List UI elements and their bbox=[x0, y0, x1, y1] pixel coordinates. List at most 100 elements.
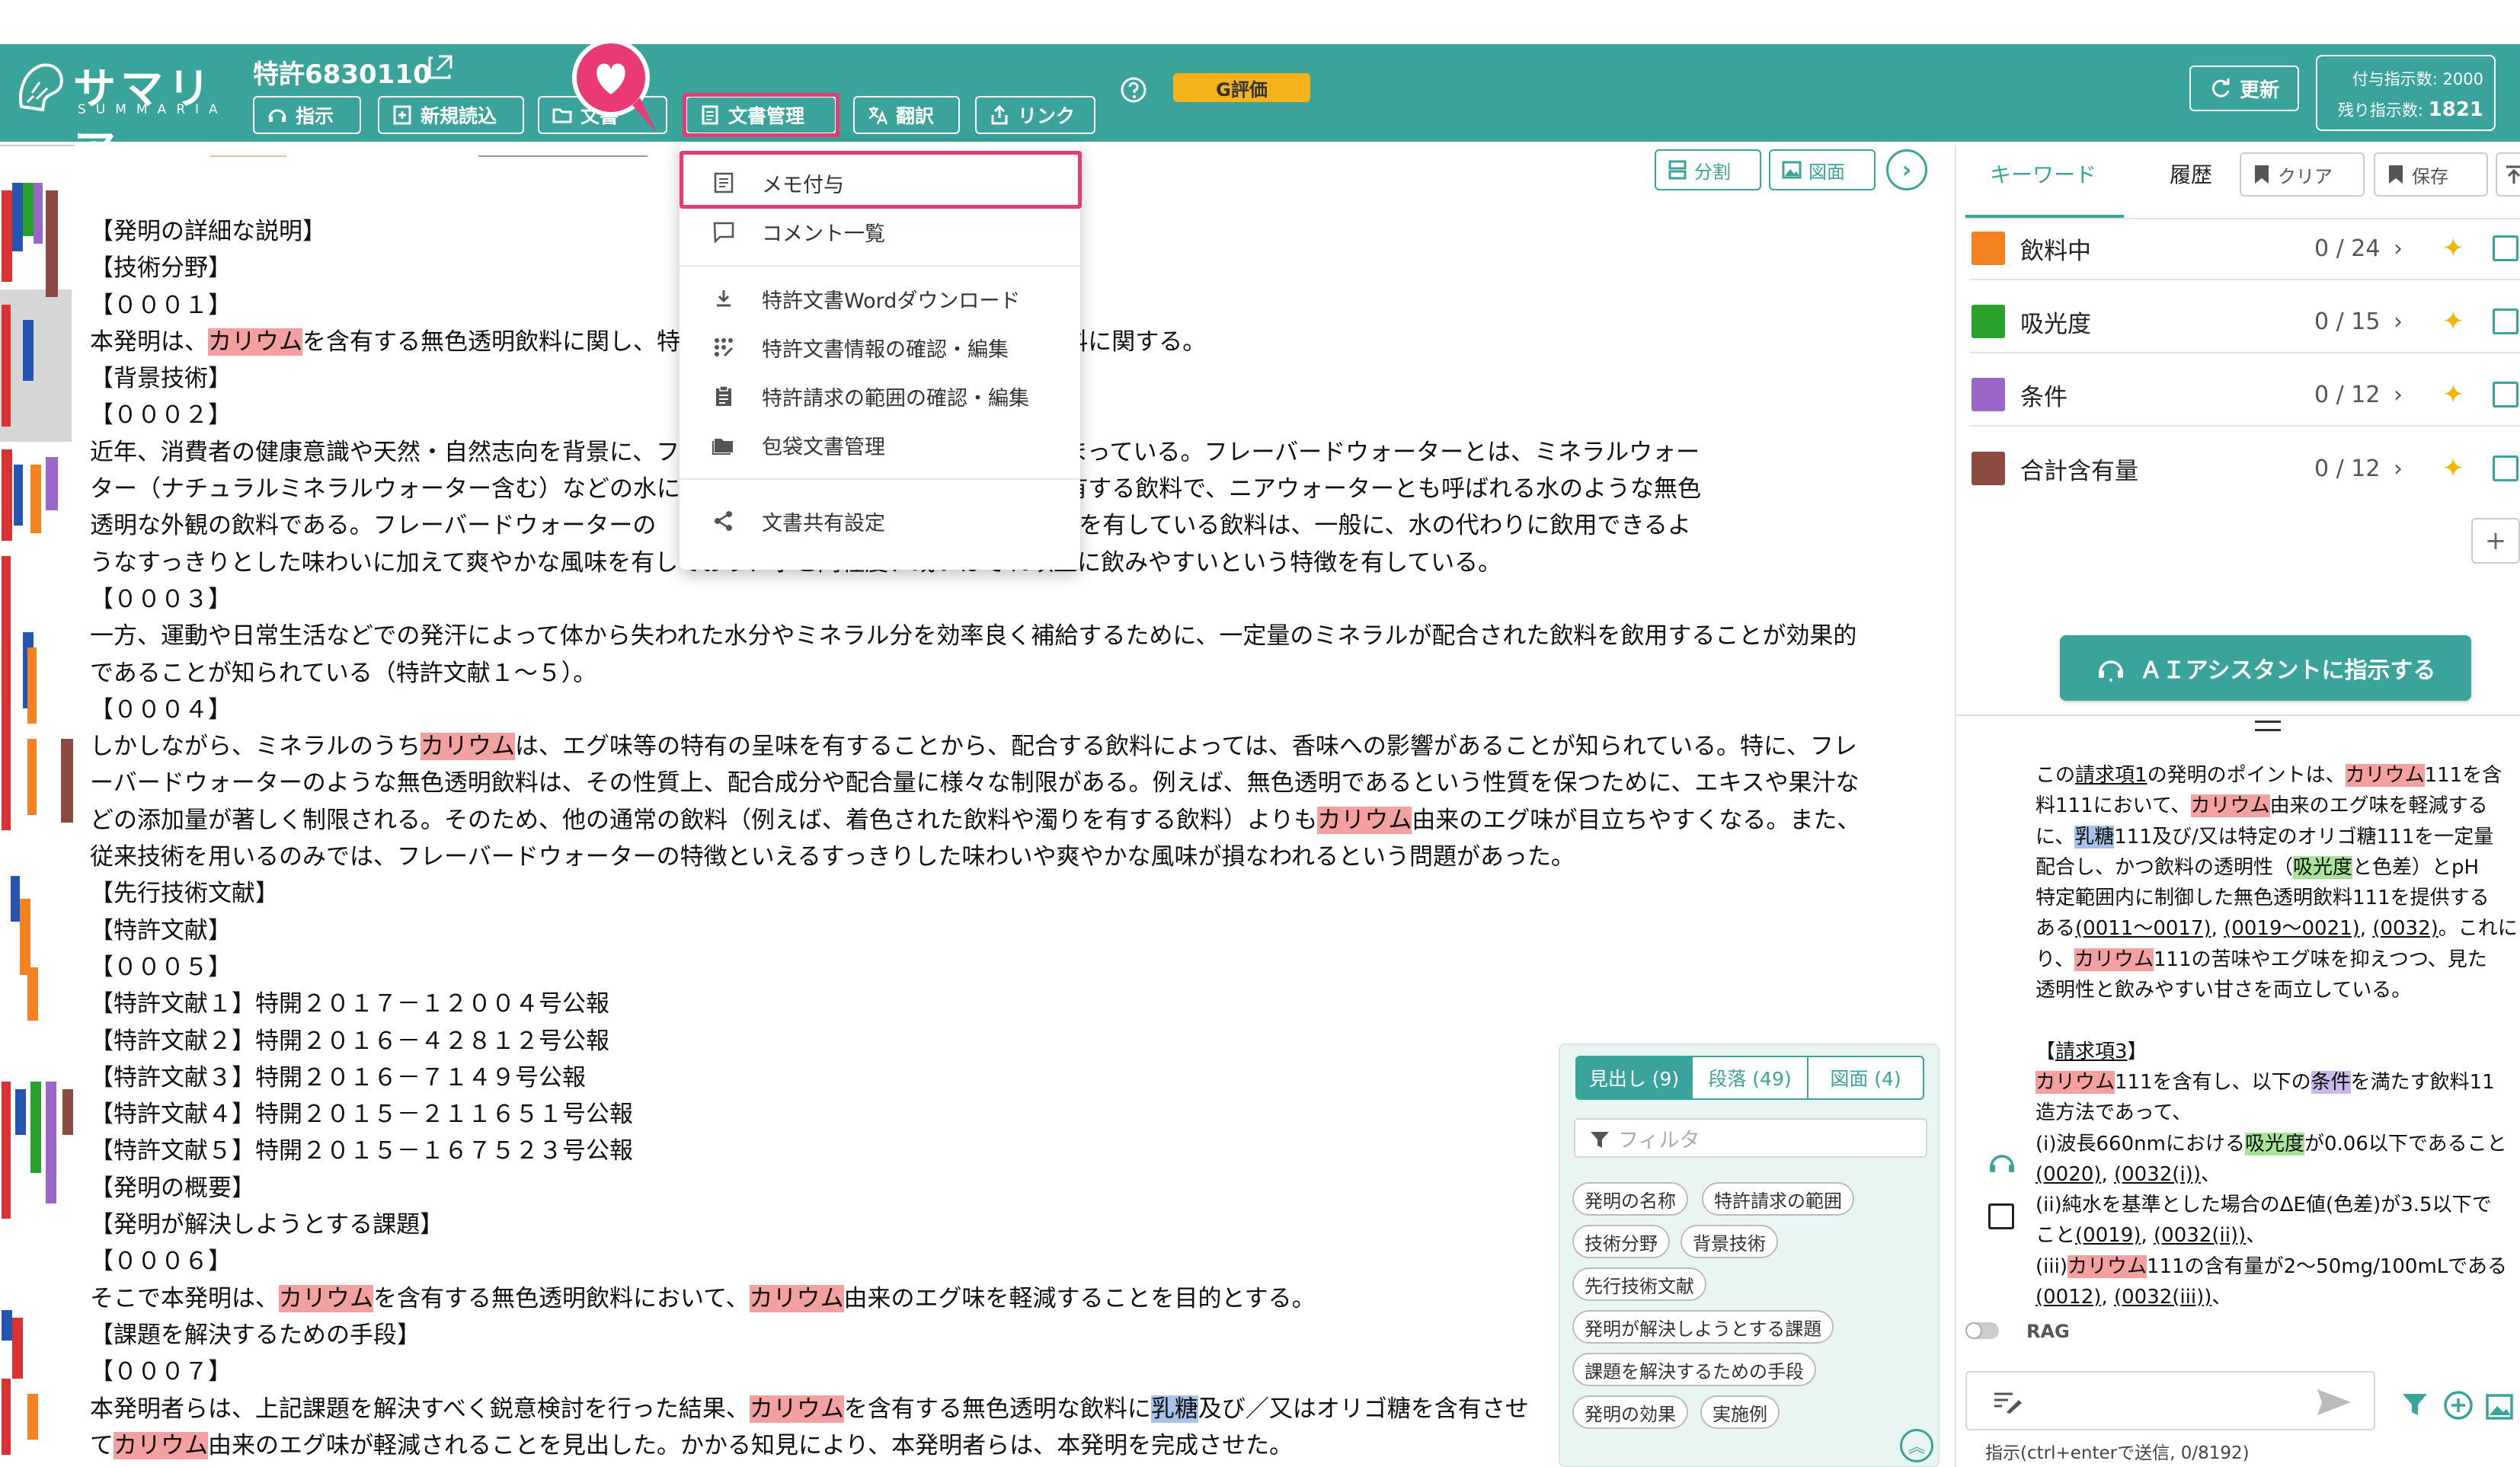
menu-item-label: 特許請求の範囲の確認・編集 bbox=[762, 386, 1029, 411]
split-view-button[interactable]: 分割 bbox=[1655, 149, 1761, 190]
reference-link[interactable]: (0020) bbox=[2036, 1163, 2101, 1186]
reference-link[interactable]: 請求項1 bbox=[2075, 764, 2147, 787]
keyword-row[interactable]: 合計含有量 0 / 12 › ✦ bbox=[1970, 437, 2520, 500]
keyword-swatch bbox=[1972, 378, 2005, 411]
add-image-icon[interactable] bbox=[2485, 1391, 2517, 1421]
filter-input[interactable]: フィルタ bbox=[1574, 1118, 1927, 1158]
menu-item-doc-info[interactable]: 特許文書情報の確認・編集 bbox=[680, 323, 1080, 372]
tab-headings[interactable]: 見出し (9) bbox=[1575, 1056, 1693, 1100]
sparkle-icon[interactable]: ✦ bbox=[2442, 379, 2464, 410]
keyword-label: 飲料中 bbox=[2020, 237, 2091, 265]
collapse-icon[interactable]: ︽ bbox=[1900, 1429, 1933, 1462]
reference-link[interactable]: (0032(i)) bbox=[2114, 1163, 2201, 1186]
text-run: 111及び/又は特定のオリゴ糖111を一定量 bbox=[2114, 825, 2494, 849]
keyword-checkbox[interactable] bbox=[2493, 235, 2518, 261]
tab-figures[interactable]: 図面 (4) bbox=[1807, 1056, 1924, 1100]
chip-invention-title[interactable]: 発明の名称 bbox=[1572, 1182, 1688, 1216]
ai-response-line: (0020), (0032(i))、 bbox=[2036, 1159, 2520, 1190]
sparkle-icon[interactable]: ✦ bbox=[2442, 306, 2464, 337]
reference-link[interactable]: (0019) bbox=[2075, 1224, 2141, 1247]
send-icon[interactable] bbox=[2316, 1388, 2352, 1417]
document-line: 従来技術を用いるのみでは、フレーバードウォーターの特徴といえるすっきりした味わい… bbox=[90, 839, 1933, 875]
upload-icon bbox=[2506, 165, 2520, 184]
new-read-button[interactable]: 新規読込 bbox=[378, 96, 524, 134]
logo-icon bbox=[19, 63, 63, 112]
menu-item-wrapper-docs[interactable]: 包袋文書管理 bbox=[680, 420, 1080, 469]
chip-background-art[interactable]: 背景技術 bbox=[1681, 1225, 1778, 1258]
update-button[interactable]: 更新 bbox=[2189, 66, 2299, 111]
instruct-button[interactable]: 指示 bbox=[253, 96, 361, 134]
chevron-right-icon[interactable]: › bbox=[2394, 308, 2403, 335]
keyword-highlight: カリウム bbox=[1317, 806, 1412, 834]
menu-item-comments[interactable]: コメント一覧 bbox=[680, 207, 1080, 256]
keyword-row[interactable]: 吸光度 0 / 15 › ✦ bbox=[1970, 291, 2520, 353]
external-link-icon[interactable] bbox=[427, 53, 454, 81]
chevron-right-icon[interactable]: › bbox=[2394, 455, 2403, 482]
keyword-checkbox[interactable] bbox=[2493, 455, 2518, 481]
translate-button[interactable]: 翻訳 bbox=[853, 96, 960, 134]
ai-assistant-button[interactable]: ＡＩアシスタントに指示する bbox=[2060, 635, 2471, 701]
save-button[interactable]: 保存 bbox=[2374, 152, 2488, 197]
menu-separator bbox=[680, 265, 1080, 267]
tab-history[interactable]: 履歴 bbox=[2170, 158, 2212, 189]
reference-link[interactable]: 請求項3 bbox=[2055, 1040, 2128, 1063]
logo-subtext: SUMMARIA bbox=[78, 102, 228, 117]
reference-link[interactable]: (0011〜0017) bbox=[2075, 917, 2211, 940]
chevron-right-icon[interactable]: › bbox=[1886, 149, 1927, 190]
link-button[interactable]: リンク bbox=[975, 96, 1095, 134]
text-run: 【背景技術】 bbox=[90, 365, 232, 393]
keyword-checkbox[interactable] bbox=[2493, 382, 2518, 408]
keyword-count: 0 / 12 bbox=[2314, 455, 2381, 482]
keyword-label: 吸光度 bbox=[2020, 310, 2091, 338]
document-line: 【０００４】 bbox=[90, 692, 1933, 728]
figure-button[interactable]: 図面 bbox=[1769, 149, 1876, 190]
rag-toggle[interactable] bbox=[1965, 1322, 1999, 1339]
chip-solution[interactable]: 課題を解決するための手段 bbox=[1572, 1353, 1816, 1386]
upload-button[interactable] bbox=[2496, 152, 2520, 197]
chevron-right-icon[interactable]: › bbox=[2394, 382, 2403, 408]
tab-paragraphs[interactable]: 段落 (49) bbox=[1691, 1056, 1808, 1100]
reference-link[interactable]: (0012) bbox=[2036, 1286, 2101, 1309]
menu-item-claims[interactable]: 特許請求の範囲の確認・編集 bbox=[680, 372, 1080, 420]
add-circle-icon[interactable] bbox=[2442, 1389, 2474, 1421]
chip-prior-art[interactable]: 先行技術文献 bbox=[1572, 1267, 1706, 1301]
doc-tab-indicator bbox=[210, 155, 286, 157]
ai-response-line: 特定範囲内に制御した無色透明飲料111を提供する bbox=[2036, 883, 2520, 913]
keyword-row[interactable]: 条件 0 / 12 › ✦ bbox=[1970, 364, 2520, 427]
chip-problem[interactable]: 発明が解決しようとする課題 bbox=[1572, 1310, 1834, 1344]
text-run: に、 bbox=[2036, 825, 2075, 849]
chip-claims[interactable]: 特許請求の範囲 bbox=[1702, 1182, 1854, 1216]
text-run: 。これに bbox=[2438, 917, 2518, 941]
keyword-heatmap-strip[interactable] bbox=[0, 145, 75, 1467]
document-management-highlight bbox=[683, 93, 839, 137]
resize-handle[interactable] bbox=[2255, 721, 2281, 731]
keyword-highlight: カリウム bbox=[208, 328, 302, 356]
chip-effects[interactable]: 発明の効果 bbox=[1572, 1395, 1688, 1429]
text-run: 【技術分野】 bbox=[90, 254, 232, 283]
split-icon bbox=[1668, 160, 1687, 180]
add-keyword-button[interactable]: + bbox=[2471, 518, 2520, 564]
keyword-row[interactable]: 飲料中 0 / 24 › ✦ bbox=[1970, 218, 2520, 280]
reference-link[interactable]: (0032(ii)) bbox=[2154, 1224, 2246, 1247]
chat-input[interactable] bbox=[1965, 1371, 2375, 1430]
chevron-right-icon[interactable]: › bbox=[2394, 235, 2403, 262]
sparkle-icon[interactable]: ✦ bbox=[2442, 453, 2464, 484]
app-logo[interactable]: サマリア SUMMARIA bbox=[14, 55, 235, 176]
response-checkbox[interactable] bbox=[1988, 1203, 2014, 1229]
text-run: 【特許文献】 bbox=[90, 916, 232, 944]
help-icon[interactable] bbox=[1120, 76, 1147, 104]
sparkle-icon[interactable]: ✦ bbox=[2442, 233, 2464, 264]
chip-technical-field[interactable]: 技術分野 bbox=[1572, 1225, 1670, 1258]
document-line: 一方、運動や日常生活などでの発汗によって体から失われた水分やミネラル分を効率良く… bbox=[90, 618, 1933, 654]
reference-link[interactable]: (0032(iii)) bbox=[2114, 1286, 2211, 1309]
chip-examples[interactable]: 実施例 bbox=[1700, 1395, 1780, 1429]
tab-keyword[interactable]: キーワード bbox=[1990, 158, 2096, 189]
clear-button[interactable]: クリア bbox=[2240, 152, 2365, 197]
keyword-swatch bbox=[1972, 305, 2005, 338]
reference-link[interactable]: (0032) bbox=[2372, 917, 2438, 940]
menu-item-word-download[interactable]: 特許文書Wordダウンロード bbox=[680, 274, 1080, 323]
reference-link[interactable]: (0019〜0021) bbox=[2224, 917, 2360, 940]
keyword-checkbox[interactable] bbox=[2493, 308, 2518, 334]
filter-icon[interactable] bbox=[2400, 1389, 2430, 1420]
menu-item-share-settings[interactable]: 文書共有設定 bbox=[680, 497, 1080, 545]
